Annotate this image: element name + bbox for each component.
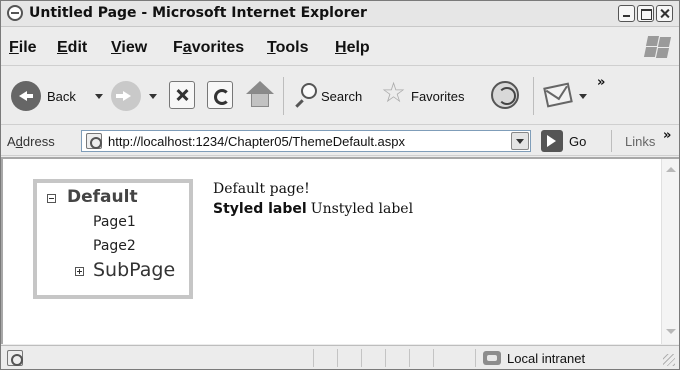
tree-node-default-label[interactable]: Default (67, 187, 138, 207)
back-dropdown-icon[interactable] (95, 94, 103, 99)
favorites-button-label[interactable]: Favorites (411, 89, 464, 104)
window-controls (618, 5, 673, 22)
forward-arrow-icon[interactable] (111, 81, 141, 111)
address-dropdown-icon[interactable] (511, 132, 529, 150)
links-button[interactable]: Links (625, 134, 655, 149)
tree-node-page1[interactable]: Page1 (93, 214, 136, 230)
page-favicon-icon (86, 133, 102, 149)
internet-explorer-icon (7, 5, 23, 21)
tree-node-page2[interactable]: Page2 (93, 238, 136, 254)
go-arrow-icon[interactable] (541, 130, 563, 152)
scroll-up-icon[interactable] (666, 167, 676, 172)
windows-logo-icon (643, 34, 672, 60)
mail-icon[interactable] (543, 82, 573, 108)
resize-grip-icon[interactable] (663, 354, 675, 366)
status-pane-divider (409, 349, 410, 367)
media-icon[interactable] (491, 81, 519, 109)
address-input[interactable]: http://localhost:1234/Chapter05/ThemeDef… (81, 130, 531, 152)
styled-label: Styled label (213, 201, 307, 217)
search-icon[interactable] (293, 83, 317, 108)
links-separator (611, 130, 612, 152)
status-pane-divider (337, 349, 338, 367)
tree-node-default[interactable]: Default (45, 187, 185, 211)
address-url[interactable]: http://localhost:1234/Chapter05/ThemeDef… (108, 134, 405, 149)
security-zone-label: Local intranet (507, 351, 586, 366)
search-button-label[interactable]: Search (321, 89, 362, 104)
toolbar-overflow-chevron[interactable]: » (597, 75, 605, 90)
home-icon[interactable] (245, 81, 275, 109)
minimize-button[interactable] (618, 5, 635, 22)
label-line: Styled label Unstyled label (213, 201, 413, 217)
toolbar-separator (533, 77, 534, 115)
tree-node-subpage-label[interactable]: SubPage (93, 259, 175, 281)
menu-view[interactable]: View (111, 39, 147, 57)
maximize-button[interactable] (637, 5, 654, 22)
menu-file[interactable]: File (9, 39, 37, 57)
window-title: Untitled Page - Microsoft Internet Explo… (29, 5, 367, 21)
back-arrow-icon[interactable] (11, 81, 41, 111)
browser-window: Untitled Page - Microsoft Internet Explo… (0, 0, 680, 370)
scroll-down-icon[interactable] (666, 329, 676, 334)
unstyled-label: Unstyled label (310, 201, 414, 217)
refresh-icon[interactable] (207, 81, 233, 109)
tree-expand-icon[interactable] (75, 267, 84, 276)
mail-dropdown-icon[interactable] (579, 94, 587, 99)
close-button[interactable] (656, 5, 673, 22)
favorites-star-icon[interactable]: ☆ (381, 79, 406, 107)
local-intranet-icon (483, 351, 501, 365)
go-button-label[interactable]: Go (569, 134, 586, 149)
menu-tools[interactable]: Tools (267, 39, 308, 57)
page-status-icon (7, 350, 23, 366)
site-tree-view: Default Page1 Page2 SubPage (33, 179, 193, 299)
page-content: Default Page1 Page2 SubPage Default page… (1, 157, 679, 344)
forward-dropdown-icon[interactable] (149, 94, 157, 99)
default-page-text: Default page! (213, 181, 310, 197)
standard-toolbar: Back Search ☆ Favorites » (1, 67, 679, 125)
status-bar: Local intranet (1, 345, 679, 369)
menu-bar: File Edit View Favorites Tools Help (1, 28, 679, 66)
back-button-label[interactable]: Back (47, 89, 76, 104)
status-pane-divider (433, 349, 434, 367)
menu-edit[interactable]: Edit (57, 39, 87, 57)
status-pane-divider (313, 349, 314, 367)
title-bar: Untitled Page - Microsoft Internet Explo… (1, 1, 679, 27)
links-overflow-chevron[interactable]: » (663, 128, 671, 143)
address-bar: Address http://localhost:1234/Chapter05/… (1, 126, 679, 156)
tree-collapse-icon[interactable] (47, 194, 56, 203)
menu-help[interactable]: Help (335, 39, 370, 57)
address-label: Address (7, 134, 55, 149)
status-pane-divider (361, 349, 362, 367)
status-pane-divider (385, 349, 386, 367)
vertical-scrollbar[interactable] (661, 159, 679, 344)
menu-favorites[interactable]: Favorites (173, 39, 244, 57)
toolbar-separator (283, 77, 284, 115)
tree-node-subpage[interactable]: SubPage (73, 259, 193, 285)
status-pane-divider (475, 349, 476, 367)
stop-icon[interactable] (169, 81, 195, 109)
